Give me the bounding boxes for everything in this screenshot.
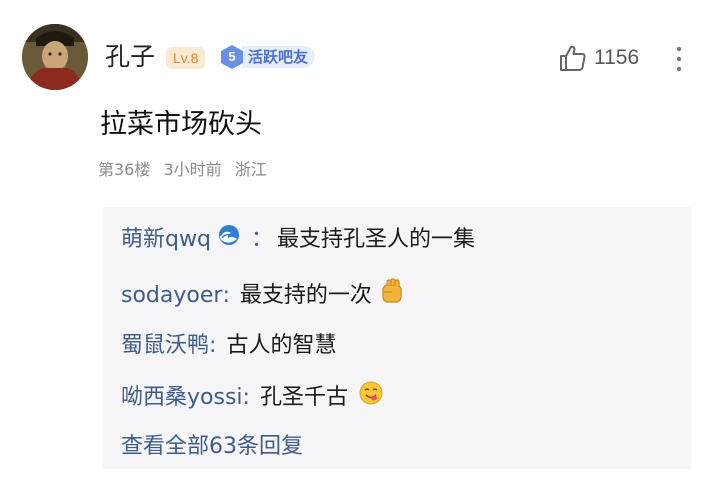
fan-level-number: 5 [228,49,236,64]
fist-emoji [378,277,406,315]
reply-separator: ： [250,227,273,252]
reply-separator: : [209,333,217,358]
reply-content: 最支持孔圣人的一集 [276,227,475,252]
ip-location: 浙江 [234,160,267,179]
wave-emoji [217,223,241,257]
like-count: 1156 [594,46,640,69]
yum-emoji [358,380,384,416]
post-time: 3小时前 [163,160,222,179]
reply-content: 孔圣千古 [259,385,348,410]
fan-level-icon: 5 [219,44,245,70]
like-button[interactable]: 1156 [558,43,639,73]
view-all-replies-link[interactable]: 查看全部63条回复 [121,431,303,463]
reply-separator: : [222,283,230,308]
floor-number: 第36楼 [98,160,151,179]
reply-username[interactable]: 蜀鼠沃鸭 [121,330,209,362]
thumbs-up-icon [560,45,586,71]
fan-badge[interactable]: 5 活跃吧友 [219,44,316,70]
reply-username[interactable]: 萌新qwq [121,224,211,256]
reply-username[interactable]: 呦西桑yossi [121,382,243,414]
avatar-image [22,24,88,90]
reply-item[interactable]: 萌新qwq ： 最支持孔圣人的一集 [121,223,475,257]
reply-item[interactable]: 呦西桑yossi : 孔圣千古 [121,380,384,416]
reply-separator: : [242,385,250,410]
comment-card: 孔子 Lv.8 5 活跃吧友 1156 拉菜市场砍头 第36楼 3小时前 浙江 [0,0,720,488]
level-badge: Lv.8 [166,47,206,69]
comment-text: 拉菜市场砍头 [100,109,262,140]
reply-preview-box[interactable]: 萌新qwq ： 最支持孔圣人的一集 sodayoer : 最支持的一次 蜀鼠沃鸭… [103,207,691,469]
comment-meta: 第36楼 3小时前 浙江 [98,158,275,182]
reply-item[interactable]: sodayoer : 最支持的一次 [121,277,406,315]
author-name[interactable]: 孔子 [105,40,155,74]
avatar[interactable] [22,24,88,90]
fan-badge-label: 活跃吧友 [242,46,316,68]
reply-item[interactable]: 蜀鼠沃鸭 : 古人的智慧 [121,330,336,362]
reply-content: 古人的智慧 [226,333,337,358]
more-vertical-icon[interactable] [672,44,686,74]
reply-content: 最支持的一次 [239,283,372,308]
reply-username[interactable]: sodayoer [121,280,222,312]
